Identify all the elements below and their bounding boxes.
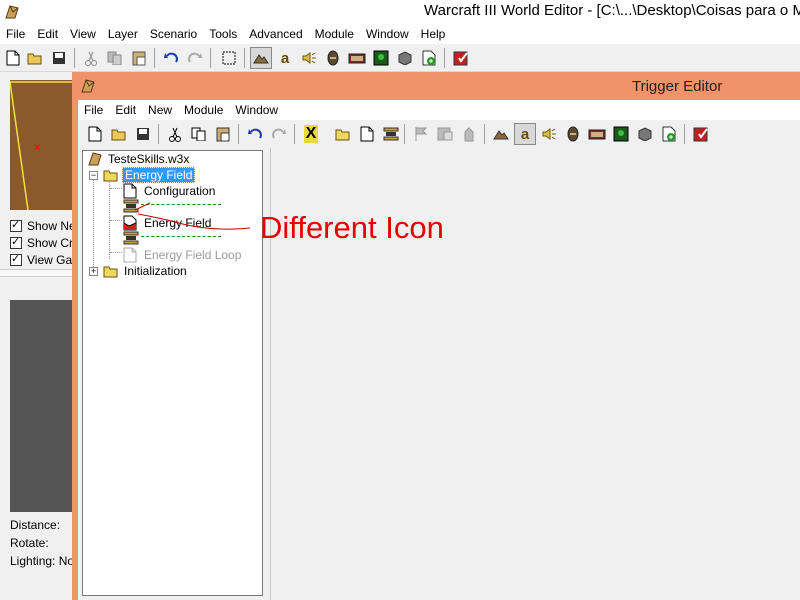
annotation-text: Different Icon bbox=[260, 210, 444, 245]
annotation-overlay bbox=[134, 202, 251, 230]
annotation-arrow bbox=[134, 202, 251, 230]
